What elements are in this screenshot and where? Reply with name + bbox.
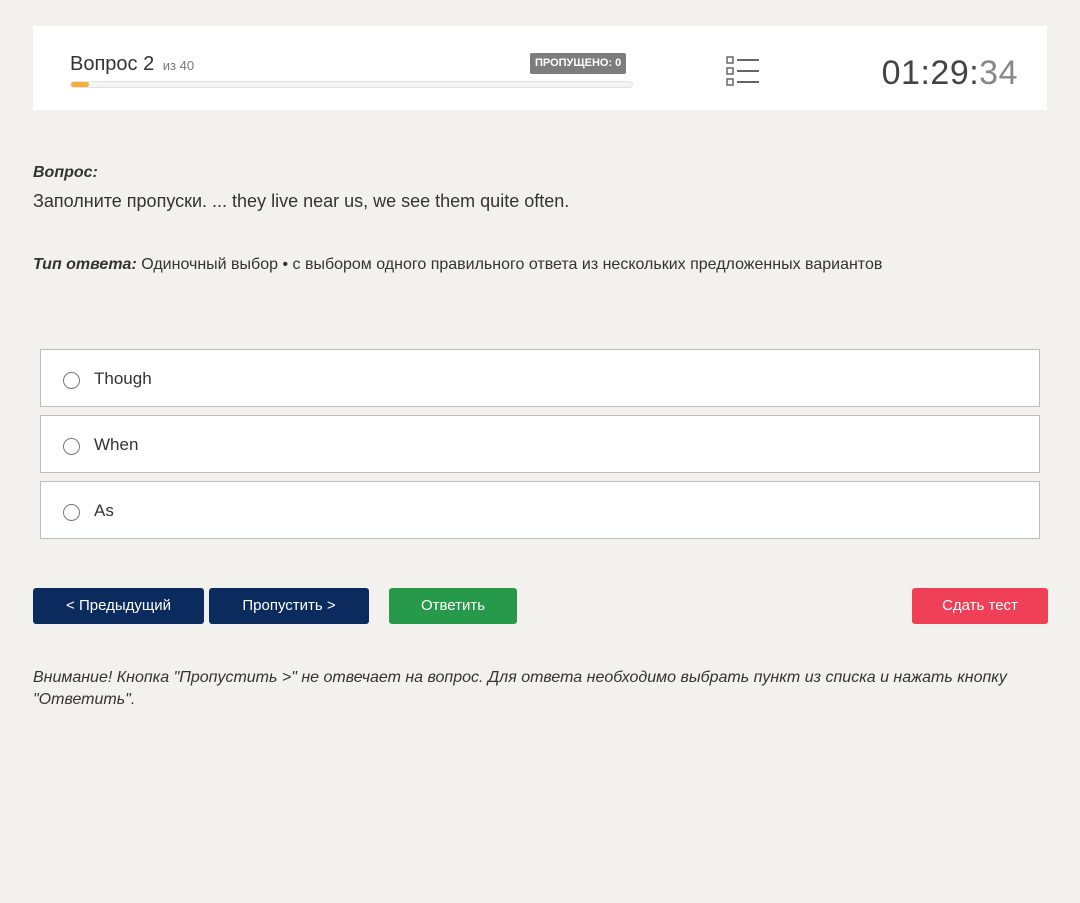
- option-label: As: [94, 501, 114, 520]
- progress-fill: [71, 82, 89, 87]
- skipped-badge: ПРОПУЩЕНО: 0: [530, 53, 627, 74]
- skip-button[interactable]: Пропустить >: [209, 588, 369, 624]
- answer-option[interactable]: When: [40, 415, 1040, 473]
- timer-main: 01:29:: [881, 54, 980, 92]
- answer-type-value: Одиночный выбор • с выбором одного прави…: [141, 256, 883, 273]
- question-counter: Вопрос 2 из 40: [70, 53, 194, 76]
- progress-bar: [70, 81, 633, 88]
- radio-button[interactable]: [63, 504, 80, 521]
- question-number: Вопрос 2: [70, 53, 155, 75]
- answer-button[interactable]: Ответить: [389, 588, 517, 624]
- test-header: Вопрос 2 из 40 ПРОПУЩЕНО: 0 01:29:34: [33, 26, 1047, 110]
- option-label: When: [94, 435, 139, 454]
- question-total: из 40: [162, 58, 195, 73]
- radio-button[interactable]: [63, 438, 80, 455]
- timer: 01:29:34: [882, 54, 1018, 93]
- answer-option[interactable]: As: [40, 481, 1040, 539]
- answer-type: Тип ответа: Одиночный выбор • с выбором …: [33, 256, 882, 274]
- answer-type-label: Тип ответа:: [33, 256, 137, 273]
- previous-button[interactable]: < Предыдущий: [33, 588, 204, 624]
- radio-button[interactable]: [63, 372, 80, 389]
- list-icon[interactable]: [726, 56, 760, 86]
- answer-options: Though When As: [40, 349, 1040, 547]
- timer-seconds: 34: [979, 54, 1018, 92]
- question-label: Вопрос:: [33, 164, 98, 181]
- submit-test-button[interactable]: Сдать тест: [912, 588, 1048, 624]
- question-text: Заполните пропуски. ... they live near u…: [33, 191, 570, 211]
- notice-text: Внимание! Кнопка "Пропустить >" не отвеч…: [33, 669, 1007, 708]
- option-label: Though: [94, 369, 152, 388]
- answer-option[interactable]: Though: [40, 349, 1040, 407]
